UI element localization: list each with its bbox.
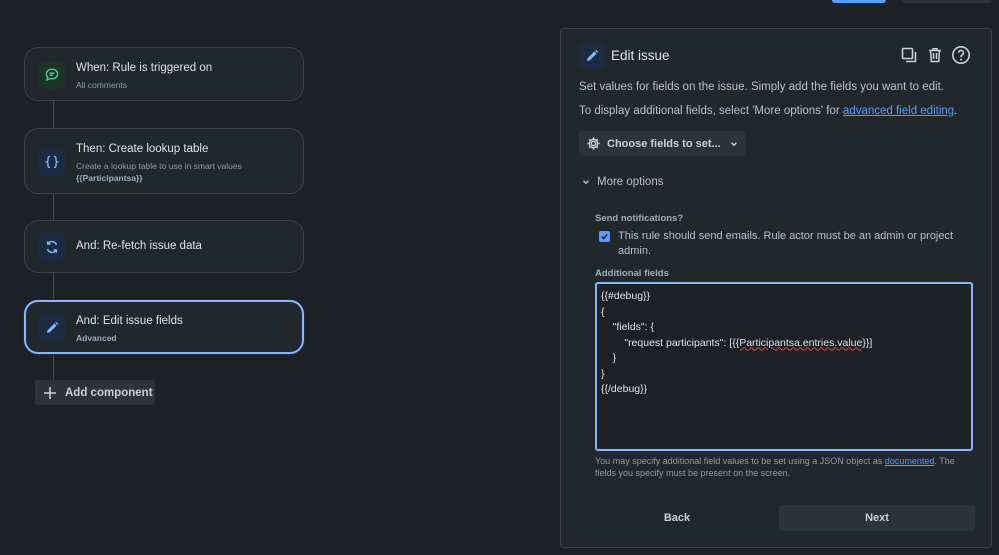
help-icon[interactable] <box>951 45 971 65</box>
flow-node-edit-issue[interactable]: And: Edit issue fields Advanced <box>24 300 304 354</box>
add-component-label: Add component <box>65 386 153 399</box>
add-component-button[interactable]: Add component <box>35 380 155 405</box>
more-options-label: More options <box>597 176 664 188</box>
chevron-down-icon <box>581 177 591 187</box>
choose-fields-dropdown[interactable]: Choose fields to set... <box>579 131 746 156</box>
top-secondary-button[interactable] <box>902 0 992 3</box>
description-suffix: . <box>954 105 958 117</box>
panel-title: Edit issue <box>611 48 670 63</box>
description-text: To display additional fields, select 'Mo… <box>579 105 843 117</box>
gear-icon <box>579 136 607 151</box>
editor-line: {{/debug}} <box>601 383 648 395</box>
refresh-icon <box>38 233 66 261</box>
node-title: And: Edit issue fields <box>76 315 183 327</box>
flow-connector <box>53 273 54 300</box>
choose-fields-label: Choose fields to set... <box>607 137 721 150</box>
editor-text: "request participants": [ <box>601 336 733 349</box>
editor-line: } <box>601 352 617 364</box>
node-subtitle-variable: {{Participantsa}} <box>76 173 143 183</box>
chevron-down-icon <box>729 139 739 149</box>
flow-connector <box>53 194 54 220</box>
panel-description-advanced: To display additional fields, select 'Mo… <box>579 105 957 117</box>
send-notifications-checkbox[interactable] <box>599 231 610 242</box>
flow-connector <box>53 101 54 128</box>
send-notifications-row: This rule should send emails. Rule actor… <box>599 229 959 259</box>
flow-connector <box>53 354 54 380</box>
flow-node-lookup-table[interactable]: Then: Create lookup table Create a looku… <box>24 128 304 194</box>
comment-trigger-icon <box>38 61 66 89</box>
top-primary-button[interactable] <box>832 0 886 3</box>
more-options-toggle[interactable]: More options <box>581 176 663 188</box>
back-button[interactable]: Back <box>579 505 775 531</box>
send-notifications-label: Send notifications? <box>595 213 684 224</box>
pencil-icon <box>38 314 66 342</box>
editor-line: {{#debug}} <box>601 290 651 302</box>
node-title: When: Rule is triggered on <box>76 62 213 74</box>
editor-text: ] <box>869 336 873 349</box>
delete-icon[interactable] <box>925 45 945 65</box>
help-text: You may specify additional field values … <box>595 456 885 466</box>
additional-fields-label: Additional fields <box>595 268 669 279</box>
flow-node-trigger[interactable]: When: Rule is triggered on All comments <box>24 47 304 101</box>
pencil-icon <box>579 43 605 69</box>
panel-description: Set values for fields on the issue. Simp… <box>579 81 944 93</box>
node-subtitle: Create a lookup table to use in smart va… <box>76 161 242 171</box>
node-title: Then: Create lookup table <box>76 143 209 155</box>
spellcheck-underlined-text: {{Participantsa.entries.value}} <box>732 336 870 349</box>
advanced-field-editing-link[interactable]: advanced field editing <box>843 105 954 117</box>
node-title: And: Re-fetch issue data <box>76 240 202 252</box>
flow-node-refetch[interactable]: And: Re-fetch issue data <box>24 220 304 273</box>
edit-issue-panel: Edit issue Set values for fields on the … <box>560 28 992 548</box>
duplicate-icon[interactable] <box>899 45 919 65</box>
send-notifications-text: This rule should send emails. Rule actor… <box>618 230 954 257</box>
editor-line: "fields": { <box>601 321 654 333</box>
braces-icon <box>38 148 66 176</box>
panel-actions <box>899 45 971 65</box>
editor-line: "request participants": [{{Participantsa… <box>601 336 967 352</box>
additional-fields-help: You may specify additional field values … <box>595 455 975 479</box>
next-button[interactable]: Next <box>779 505 975 531</box>
node-subtitle: All comments <box>76 80 128 90</box>
editor-line: } <box>601 367 605 380</box>
editor-line: { <box>601 305 605 318</box>
description-text: Set values for fields on the issue. Simp… <box>579 81 945 93</box>
plus-icon <box>35 386 65 400</box>
node-subtitle: Advanced <box>76 333 117 343</box>
additional-fields-editor[interactable]: {{#debug}} { "fields": { "request partici… <box>595 282 973 451</box>
documented-link[interactable]: documented <box>885 456 935 466</box>
